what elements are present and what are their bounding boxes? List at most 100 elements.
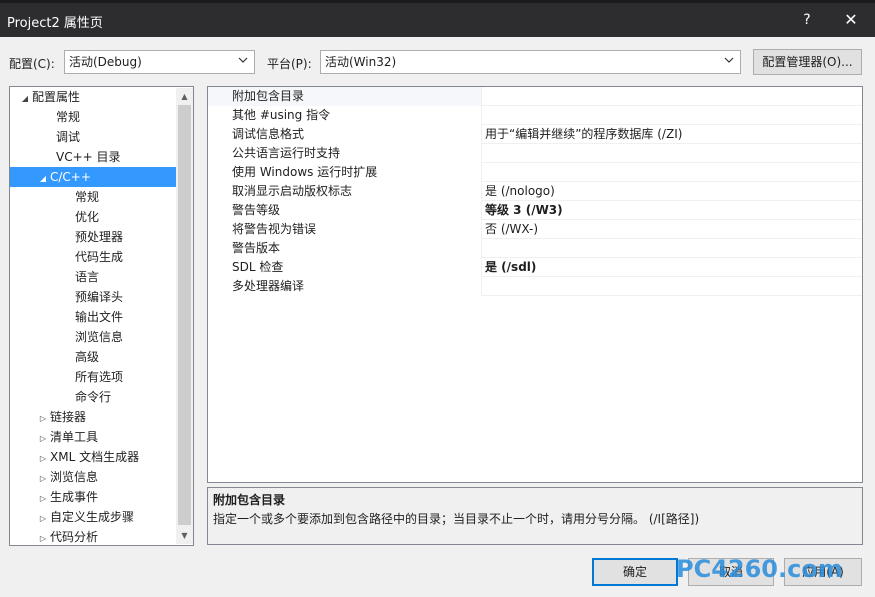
tree-item[interactable]: 高级 xyxy=(10,347,176,367)
property-row[interactable]: 警告版本 xyxy=(208,239,862,258)
tree-item[interactable]: 调试 xyxy=(10,127,176,147)
tree-item[interactable]: ◢ 配置属性 xyxy=(10,87,176,107)
scroll-down-icon[interactable]: ▼ xyxy=(176,527,193,544)
property-grid[interactable]: 附加包含目录其他 #using 指令 调试信息格式 用于“编辑并继续”的程序数据库 … xyxy=(207,86,863,483)
tree-item[interactable]: 预处理器 xyxy=(10,227,176,247)
collapse-arrow-icon[interactable]: ◢ xyxy=(18,89,32,109)
tree-item-label: 浏览信息 xyxy=(75,330,124,344)
expand-arrow-icon[interactable]: ▷ xyxy=(36,409,50,429)
config-toolbar: 配置(C): 活动(Debug) 平台(P): 活动(Win32) 配置管理器(… xyxy=(0,37,875,87)
close-button[interactable]: ✕ xyxy=(838,8,864,32)
help-button[interactable]: ? xyxy=(796,8,818,32)
tree-item[interactable]: ▷ 浏览信息 xyxy=(10,467,176,487)
property-name: 调试信息格式 xyxy=(232,127,305,141)
property-name: SDL 检查 xyxy=(232,260,284,274)
tree-item[interactable]: 所有选项 xyxy=(10,367,176,387)
tree-item[interactable]: ▷ 自定义生成步骤 xyxy=(10,507,176,527)
tree-item-label: 优化 xyxy=(75,210,100,224)
tree-item[interactable]: 代码生成 xyxy=(10,247,176,267)
tree-item-label: 所有选项 xyxy=(75,370,124,384)
expand-arrow-icon[interactable]: ▷ xyxy=(36,529,50,545)
title-bar: Project2 属性页 ? ✕ xyxy=(0,0,875,37)
tree-item[interactable]: 命令行 xyxy=(10,387,176,407)
expand-arrow-icon[interactable]: ▷ xyxy=(36,489,50,509)
property-name: 使用 Windows 运行时扩展 xyxy=(232,165,378,179)
expand-arrow-icon[interactable]: ▷ xyxy=(36,429,50,449)
property-row[interactable]: 使用 Windows 运行时扩展 xyxy=(208,163,862,182)
property-row[interactable]: 其他 #using 指令 xyxy=(208,106,862,125)
ok-button[interactable]: 确定 xyxy=(592,558,678,586)
tree-item[interactable]: ◢ C/C++ xyxy=(10,167,176,187)
tree-item-label: 预编译头 xyxy=(75,290,124,304)
property-row[interactable]: 附加包含目录 xyxy=(208,87,862,106)
config-manager-button[interactable]: 配置管理器(O)... xyxy=(753,49,862,75)
chevron-down-icon xyxy=(238,57,248,63)
cancel-button[interactable]: 取消 xyxy=(688,558,774,586)
tree-item-label: 常规 xyxy=(75,190,100,204)
tree-item-label: 浏览信息 xyxy=(50,470,99,484)
tree-item[interactable]: VC++ 目录 xyxy=(10,147,176,167)
tree-item[interactable]: ▷ XML 文档生成器 xyxy=(10,447,176,467)
tree-item-label: 代码分析 xyxy=(50,530,99,544)
tree-item-label: 代码生成 xyxy=(75,250,124,264)
description-panel: 附加包含目录 指定一个或多个要添加到包含路径中的目录；当目录不止一个时，请用分号… xyxy=(207,487,863,545)
property-row[interactable]: 警告等级 等级 3 (/W3) xyxy=(208,201,862,220)
property-name: 取消显示启动版权标志 xyxy=(232,184,353,198)
tree-item-label: 命令行 xyxy=(75,390,112,404)
collapse-arrow-icon[interactable]: ◢ xyxy=(36,169,50,189)
property-name: 其他 #using 指令 xyxy=(232,108,331,122)
tree-item[interactable]: 输出文件 xyxy=(10,307,176,327)
config-label: 配置(C): xyxy=(9,57,55,71)
tree-item-label: 配置属性 xyxy=(32,90,81,104)
property-name: 警告版本 xyxy=(232,241,281,255)
tree-item[interactable]: ▷ 代码分析 xyxy=(10,527,176,545)
tree-item[interactable]: 语言 xyxy=(10,267,176,287)
tree-item[interactable]: 优化 xyxy=(10,207,176,227)
scroll-up-icon[interactable]: ▲ xyxy=(176,88,193,105)
property-row[interactable]: 调试信息格式 用于“编辑并继续”的程序数据库 (/ZI) xyxy=(208,125,862,144)
property-row[interactable]: 多处理器编译 xyxy=(208,277,862,296)
property-name: 附加包含目录 xyxy=(232,89,305,103)
property-name: 警告等级 xyxy=(232,203,281,217)
expand-arrow-icon[interactable]: ▷ xyxy=(36,469,50,489)
property-value[interactable]: 是 (/nologo) xyxy=(485,182,555,201)
scroll-thumb[interactable] xyxy=(178,105,191,525)
tree-item-label: 清单工具 xyxy=(50,430,99,444)
tree-item[interactable]: 常规 xyxy=(10,107,176,127)
property-value[interactable]: 否 (/WX-) xyxy=(485,220,538,239)
config-dropdown[interactable]: 活动(Debug) xyxy=(64,50,255,74)
platform-label: 平台(P): xyxy=(267,57,312,71)
property-name: 多处理器编译 xyxy=(232,279,305,293)
property-row[interactable]: 公共语言运行时支持 xyxy=(208,144,862,163)
tree-item[interactable]: 预编译头 xyxy=(10,287,176,307)
tree-item-label: 链接器 xyxy=(50,410,87,424)
tree-item-label: 输出文件 xyxy=(75,310,124,324)
tree-item[interactable]: 常规 xyxy=(10,187,176,207)
property-row[interactable]: 将警告视为错误 否 (/WX-) xyxy=(208,220,862,239)
property-tree[interactable]: ◢ 配置属性 常规 调试 VC++ 目录 ◢ C/C++ 常规 优化 预处理器 代码生成 语言 预编译头… xyxy=(9,86,194,546)
window-title: Project2 属性页 xyxy=(7,16,103,31)
property-value[interactable]: 是 (/sdl) xyxy=(485,258,536,277)
tree-item[interactable]: ▷ 清单工具 xyxy=(10,427,176,447)
expand-arrow-icon[interactable]: ▷ xyxy=(36,509,50,529)
platform-dropdown[interactable]: 活动(Win32) xyxy=(320,50,741,74)
tree-item[interactable]: ▷ 链接器 xyxy=(10,407,176,427)
property-value[interactable]: 用于“编辑并继续”的程序数据库 (/ZI) xyxy=(485,125,682,144)
tree-item[interactable]: 浏览信息 xyxy=(10,327,176,347)
tree-item-label: 常规 xyxy=(56,110,81,124)
tree-item-label: 自定义生成步骤 xyxy=(50,510,135,524)
property-value[interactable]: 等级 3 (/W3) xyxy=(485,201,563,220)
tree-item-label: 语言 xyxy=(75,270,100,284)
platform-dropdown-value: 活动(Win32) xyxy=(325,55,397,69)
tree-item-label: 高级 xyxy=(75,350,100,364)
tree-item-label: 预处理器 xyxy=(75,230,124,244)
property-row[interactable]: 取消显示启动版权标志 是 (/nologo) xyxy=(208,182,862,201)
tree-item[interactable]: ▷ 生成事件 xyxy=(10,487,176,507)
config-dropdown-value: 活动(Debug) xyxy=(69,55,142,69)
tree-scrollbar[interactable]: ▲ ▼ xyxy=(176,88,193,544)
expand-arrow-icon[interactable]: ▷ xyxy=(36,449,50,469)
apply-button[interactable]: 应用(A) xyxy=(784,558,862,586)
property-row[interactable]: SDL 检查 是 (/sdl) xyxy=(208,258,862,277)
tree-item-label: VC++ 目录 xyxy=(56,150,121,164)
property-name: 将警告视为错误 xyxy=(232,222,317,236)
